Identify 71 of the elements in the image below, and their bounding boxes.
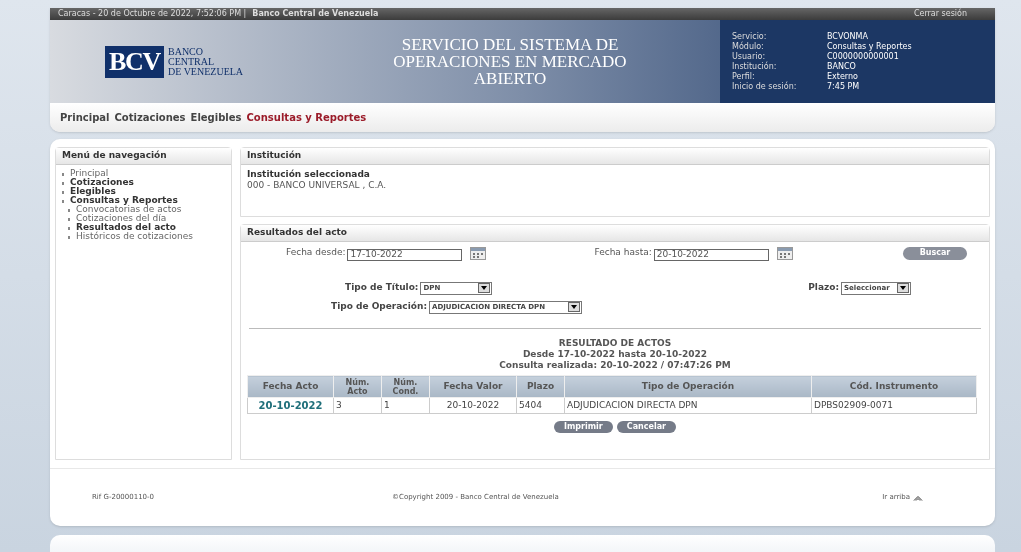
banner-title: OPERACIONES EN MERCADO	[393, 53, 627, 70]
session-label: Usuario:	[732, 51, 767, 61]
panel-title: Resultados del acto	[241, 225, 989, 242]
column-header: Cód. Instrumento	[811, 375, 977, 398]
nav-link[interactable]: Cotizaciones	[70, 178, 134, 187]
dropdown-arrow-icon	[897, 283, 909, 293]
field-label: Tipo de Operación:	[331, 300, 427, 314]
calendar-icon[interactable]	[776, 246, 793, 260]
session-value: C0000000000001	[827, 51, 900, 62]
date-field[interactable]: 20-10-2022	[653, 249, 769, 261]
bank-name: Banco Central de Venezuela	[252, 9, 379, 19]
table-cell: 20-10-2022	[429, 397, 517, 414]
nav-link[interactable]: Históricos de cotizaciones	[76, 232, 193, 241]
field-label: Tipo de Título:	[345, 281, 419, 295]
logo-text: CENTRAL	[168, 56, 216, 67]
banner-title: SERVICIO DEL SISTEMA DE	[401, 36, 619, 53]
field-label: Plazo:	[808, 281, 839, 295]
column-header: Fecha Valor	[429, 375, 517, 398]
institution-label: Institución seleccionada	[247, 169, 371, 180]
report-title: RESULTADO DE ACTOS	[558, 338, 672, 349]
session-value: Consultas y Reportes	[827, 41, 913, 52]
main-nav-link[interactable]: Cotizaciones	[114, 110, 186, 125]
field-label: Fecha hasta:	[594, 246, 652, 260]
table-cell: 5404	[516, 397, 565, 414]
date-link[interactable]: 20-10-2022	[247, 397, 334, 414]
session-value: 7:45 PM	[827, 81, 861, 92]
nav-link[interactable]: Convocatorias de actos	[76, 205, 182, 214]
session-label: Perfil:	[732, 71, 756, 82]
session-label: Inicio de sesión:	[732, 81, 798, 92]
session-label: Módulo:	[732, 41, 765, 52]
session-value: BCVONMA	[827, 31, 869, 42]
table-cell: 3	[333, 397, 382, 414]
column-header: Núm. Cond.	[381, 375, 430, 398]
report-time: Consulta realizada: 20-10-2022 / 07:47:26 PM	[499, 360, 731, 371]
session-label: Institución:	[732, 61, 778, 72]
action-button[interactable]: Cancelar	[616, 421, 676, 433]
column-header: Fecha Acto	[247, 375, 334, 398]
date-field[interactable]: 17-10-2022	[347, 249, 463, 261]
table-cell: DPBS02909-0071	[811, 397, 977, 414]
session-value: BANCO	[827, 61, 857, 72]
banner-title: ABIERTO	[473, 70, 547, 87]
logo-mark: BCV	[105, 45, 164, 78]
nav-link[interactable]: Elegibles	[70, 187, 116, 196]
panel-title: Institución	[241, 148, 989, 165]
action-button[interactable]: Imprimir	[554, 421, 613, 433]
table-cell: 1	[381, 397, 430, 414]
table-cell: ADJUDICACION DIRECTA DPN	[564, 397, 812, 414]
dropdown-arrow-icon	[568, 302, 580, 312]
main-nav-link[interactable]: Principal	[60, 110, 110, 125]
field-label: Fecha desde:	[286, 246, 346, 260]
nav-link[interactable]: Principal	[70, 169, 109, 178]
nav-link[interactable]: Resultados del acto	[76, 223, 177, 232]
logo-text: DE VENEZUELA	[168, 66, 244, 77]
logo-text: BANCO	[168, 46, 204, 57]
calendar-icon[interactable]	[470, 246, 487, 260]
logout-link[interactable]: Cerrar sesión	[913, 9, 967, 19]
date-time: Caracas - 20 de Octubre de 2022, 7:52:06 PM |	[58, 9, 247, 19]
institution-value: 000 - BANCO UNIVERSAL , C.A.	[247, 180, 388, 191]
chevron-up-icon[interactable]	[913, 494, 923, 501]
sidebar-title: Menú de navegación	[56, 148, 231, 165]
main-nav-link[interactable]: Consultas y Reportes	[246, 110, 367, 125]
nav-link[interactable]: Consultas y Reportes	[70, 196, 178, 205]
column-header: Tipo de Operación	[564, 375, 812, 398]
report-range: Desde 17-10-2022 hasta 20-10-2022	[522, 349, 708, 360]
main-nav-link[interactable]: Elegibles	[190, 110, 242, 125]
column-header: Núm. Acto	[333, 375, 382, 398]
session-label: Servicio:	[732, 31, 768, 41]
session-value: Externo	[827, 71, 859, 82]
dropdown-arrow-icon	[478, 283, 491, 293]
column-header: Plazo	[516, 375, 565, 398]
nav-link[interactable]: Cotizaciones del día	[76, 214, 167, 223]
